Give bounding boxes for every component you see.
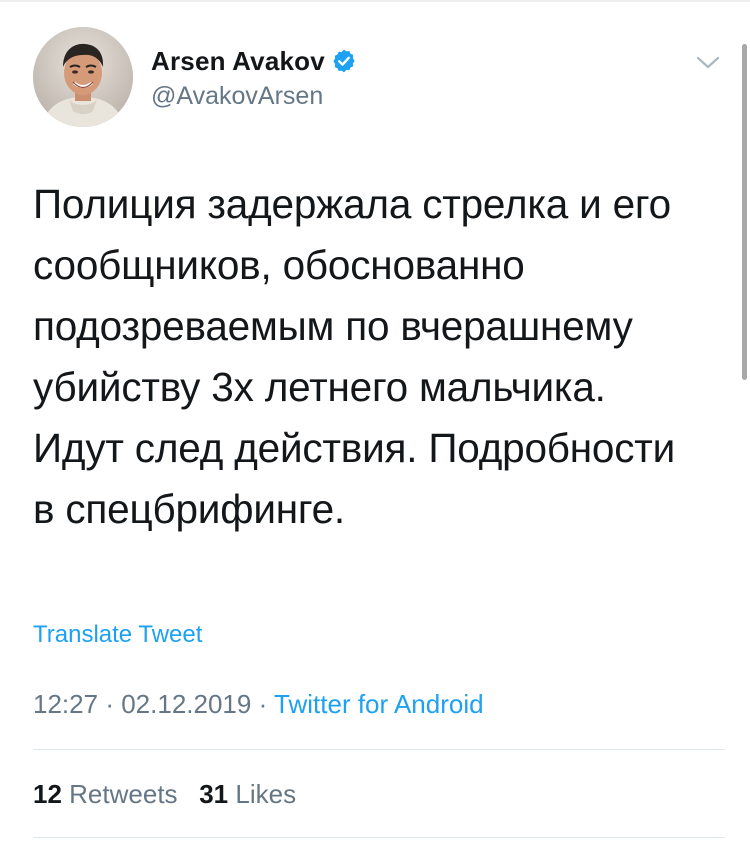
meta-separator: · [258,689,268,719]
tweet-header: Arsen Avakov @AvakovArsen [33,27,723,127]
retweets-label: Retweets [69,779,178,809]
author-name-row: Arsen Avakov [151,43,357,79]
meta-separator: · [105,689,114,719]
tweet-text: Полиция задержала стрелка и его сообщник… [33,181,676,532]
chevron-down-icon[interactable] [693,47,723,77]
likes-stat[interactable]: 31 Likes [199,779,296,809]
avatar[interactable] [33,27,133,127]
author-handle[interactable]: @AvakovArsen [151,81,323,111]
likes-count: 31 [199,779,229,809]
retweets-stat[interactable]: 12 Retweets [33,779,178,809]
tweet-detail-screen: Arsen Avakov @AvakovArsen Полиция задерж… [0,0,750,843]
verified-badge-icon [331,48,357,74]
divider [33,749,725,750]
retweets-count: 12 [33,779,62,809]
tweet-source-link[interactable]: Twitter for Android [274,689,484,719]
likes-label: Likes [235,779,297,809]
tweet-time: 12:27 [33,689,99,719]
tweet-meta: 12:27 · 02.12.2019 · Twitter for Android [33,686,484,722]
avatar-image [33,27,133,127]
scrollbar[interactable] [742,44,747,380]
translate-tweet-link[interactable]: Translate Tweet [33,620,202,650]
divider [33,837,725,838]
author-display-name[interactable]: Arsen Avakov [151,45,325,77]
tweet-stats: 12 Retweets 31 Likes [33,776,296,812]
tweet-date: 02.12.2019 [121,689,252,719]
top-divider [0,0,750,2]
